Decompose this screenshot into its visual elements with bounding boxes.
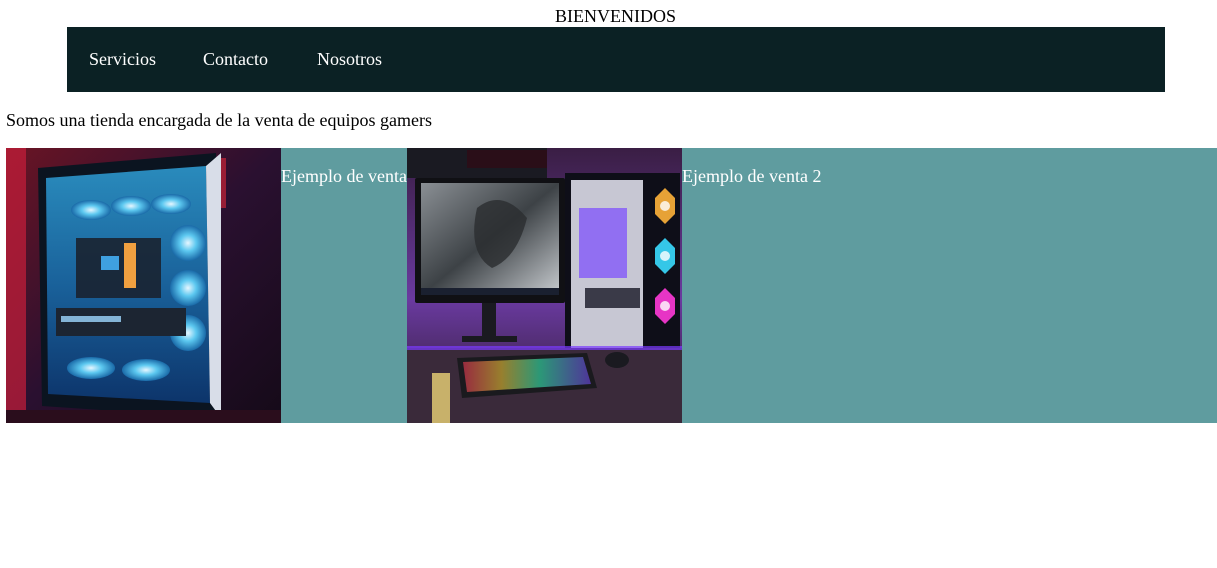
nav-link-contacto[interactable]: Contacto [203,47,268,71]
nav-link-servicios[interactable]: Servicios [89,47,156,71]
product-image-2 [407,148,682,423]
product-caption-2: Ejemplo de venta 2 [682,166,822,186]
nav-link-nosotros[interactable]: Nosotros [317,47,382,71]
product-showcase: Ejemplo de venta Ejemplo de venta 2 [6,148,1217,423]
product-caption-1: Ejemplo de venta [281,166,407,186]
main-navbar: Servicios Contacto Nosotros [67,27,1165,92]
page-title: BIENVENIDOS [555,6,676,26]
intro-text: Somos una tienda encargada de la venta d… [6,110,433,130]
product-image-1 [6,148,281,423]
